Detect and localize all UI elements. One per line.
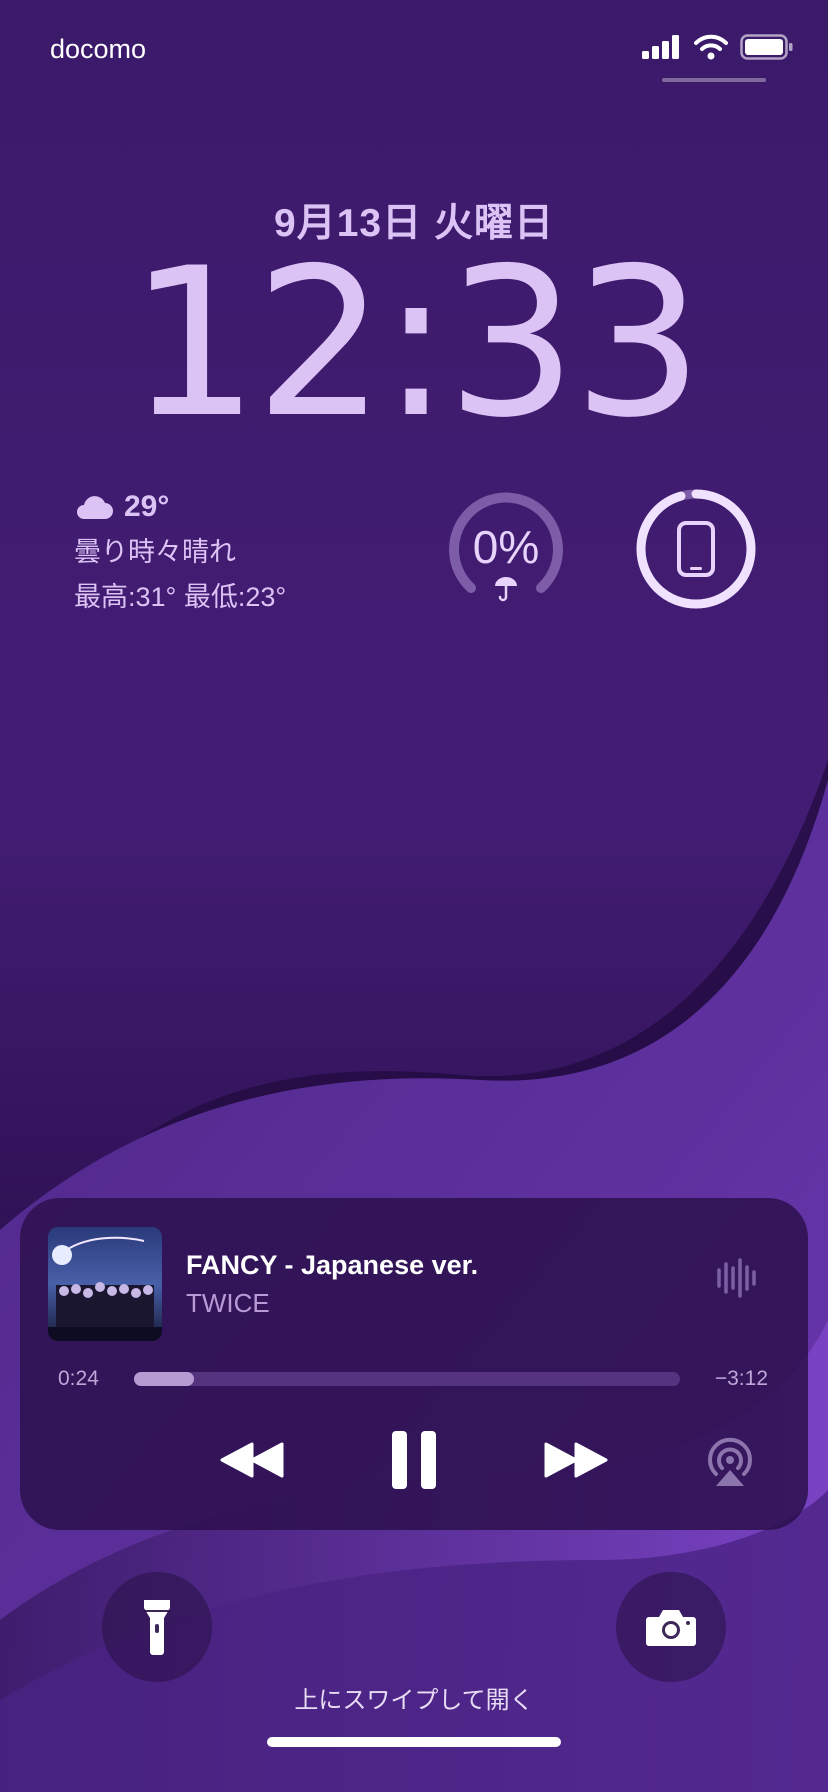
cellular-signal-icon	[642, 35, 679, 59]
rain-chance-label: 0%	[472, 521, 540, 573]
fast-forward-icon	[544, 1442, 608, 1478]
lock-time: 12:33	[128, 225, 704, 463]
weather-condition: 曇り時々晴れ	[74, 537, 236, 567]
flashlight-icon	[144, 1600, 170, 1655]
status-icons	[642, 34, 794, 60]
device-battery-widget[interactable]	[634, 487, 758, 611]
song-title: FANCY - Japanese ver.	[186, 1250, 479, 1280]
elapsed-time: 0:24	[58, 1367, 99, 1390]
artist-name: TWICE	[186, 1288, 270, 1318]
rewind-icon	[220, 1442, 284, 1478]
remaining-time: −3:12	[714, 1367, 768, 1390]
waveform-icon	[717, 1258, 756, 1298]
rewind-button[interactable]	[210, 1428, 294, 1492]
carrier-label: docomo	[50, 34, 147, 64]
weather-high-low: 最高:31° 最低:23°	[74, 582, 287, 612]
battery-icon	[740, 34, 793, 60]
camera-button[interactable]	[616, 1572, 726, 1682]
playback-scrubber[interactable]	[134, 1372, 680, 1386]
cloud-icon	[77, 496, 113, 519]
camera-icon	[646, 1610, 696, 1646]
pause-icon	[392, 1431, 436, 1489]
swipe-to-open-hint: 上にスワイプして開く	[294, 1687, 534, 1714]
pause-button[interactable]	[378, 1420, 450, 1500]
wifi-icon	[694, 34, 728, 60]
weather-temperature: 29°	[124, 490, 170, 523]
album-artwork[interactable]	[48, 1227, 162, 1341]
umbrella-icon	[495, 577, 517, 602]
phone-icon	[677, 521, 715, 577]
home-indicator[interactable]	[267, 1737, 561, 1747]
airplay-icon	[708, 1437, 752, 1486]
airplay-button[interactable]	[700, 1432, 760, 1492]
weather-widget[interactable]: 29° 曇り時々晴れ 最高:31° 最低:23°	[74, 490, 286, 614]
playback-progress-fill	[134, 1372, 195, 1386]
flashlight-button[interactable]	[102, 1572, 212, 1682]
fast-forward-button[interactable]	[534, 1428, 618, 1492]
status-indicator-line	[662, 78, 766, 82]
